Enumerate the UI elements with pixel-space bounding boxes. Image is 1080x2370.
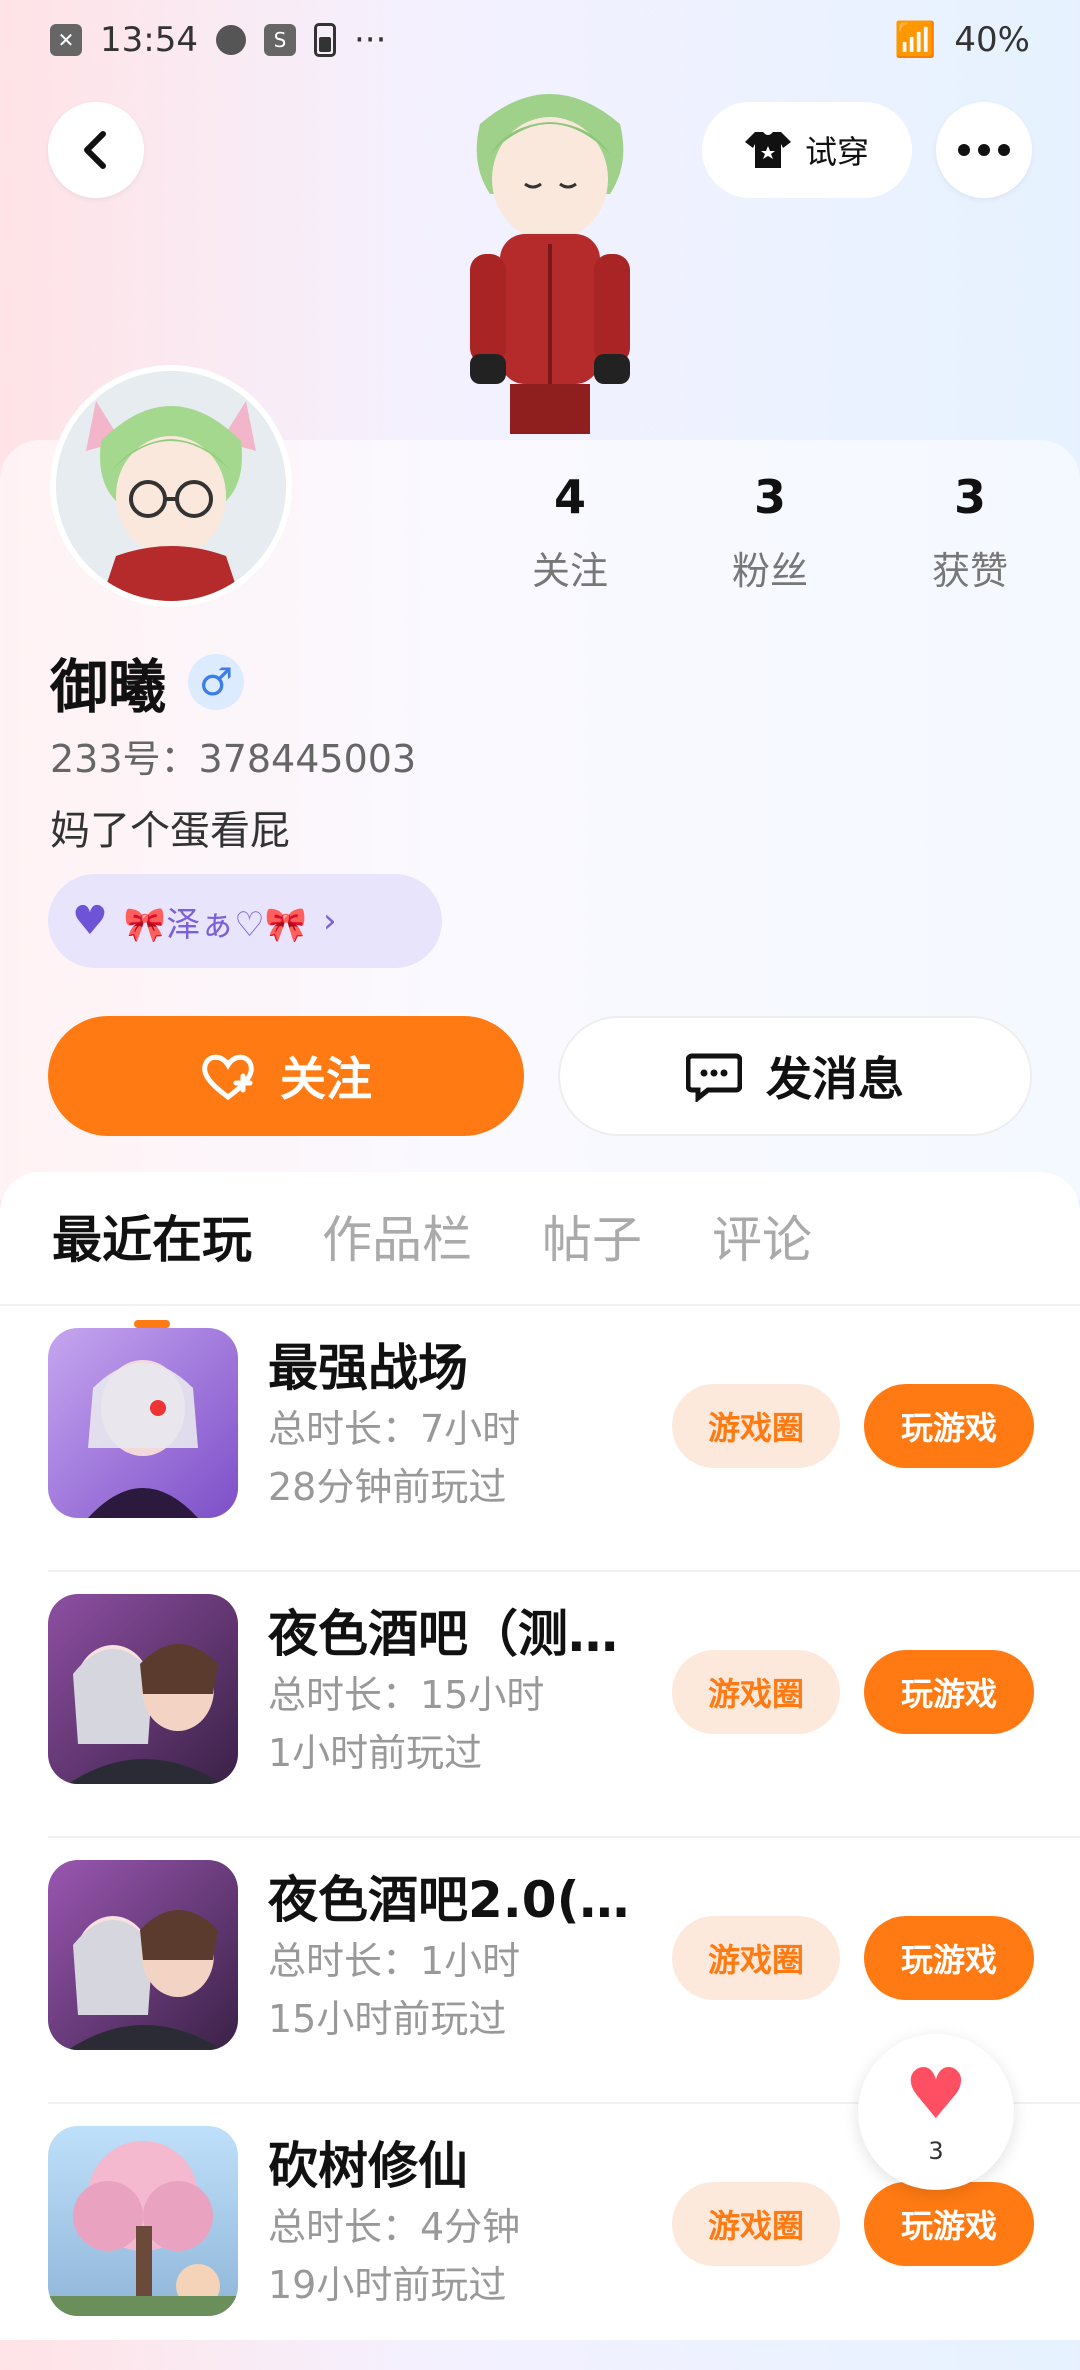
game-title: 砍树修仙 <box>268 2137 468 2195</box>
game-item[interactable]: 最强战场 总时长：7小时 28分钟前玩过 游戏圈 玩游戏 <box>48 1306 1080 1572</box>
stat-label: 关注 <box>531 549 608 593</box>
heart-icon: ♥ <box>72 898 108 944</box>
wifi-icon: 📶 <box>894 20 937 60</box>
game-duration: 总时长：4分钟 <box>268 2205 521 2249</box>
more-notifications-icon: ··· <box>353 20 387 60</box>
try-on-button[interactable]: 试穿 <box>702 102 912 198</box>
profile-stats: 4 关注 3 粉丝 3 获赞 <box>480 470 1060 595</box>
tab-posts[interactable]: 帖子 <box>542 1200 642 1272</box>
game-title: 夜色酒吧2.0(… <box>268 1871 630 1929</box>
game-circle-button[interactable]: 游戏圈 <box>672 2182 840 2266</box>
game-item[interactable]: 夜色酒吧（测… 总时长：15小时 1小时前玩过 游戏圈 玩游戏 <box>48 1572 1080 1838</box>
avatar[interactable] <box>50 365 292 607</box>
play-game-button[interactable]: 玩游戏 <box>864 1916 1034 2000</box>
tab-bar: 最近在玩 作品栏 帖子 评论 <box>52 1200 812 1272</box>
send-message-label: 发消息 <box>766 1052 904 1106</box>
follow-heart-plus-icon <box>202 1054 254 1101</box>
more-button[interactable] <box>936 102 1032 198</box>
profile-uid: 233号：378445003 <box>50 737 417 781</box>
heart-icon: ♥ <box>904 2053 968 2135</box>
stat-label: 获赞 <box>931 549 1008 593</box>
follow-button[interactable]: 关注 <box>48 1016 524 1136</box>
back-arrow-icon <box>84 131 106 169</box>
status-time: 13:54 <box>100 20 198 60</box>
notification-icon: ✕ <box>50 24 82 56</box>
game-circle-button[interactable]: 游戏圈 <box>672 1650 840 1734</box>
shirt-icon <box>744 132 791 168</box>
game-circle-button[interactable]: 游戏圈 <box>672 1916 840 2000</box>
stat-fans[interactable]: 3 粉丝 <box>680 470 860 595</box>
tab-comments[interactable]: 评论 <box>712 1200 812 1272</box>
status-right: 📶 40% <box>894 20 1030 60</box>
game-last-played: 15小时前玩过 <box>268 1997 507 2041</box>
screenshot-icon: S <box>263 24 296 56</box>
chevron-right-icon: › <box>323 901 337 941</box>
game-thumbnail <box>48 2126 238 2316</box>
game-title: 最强战场 <box>268 1339 468 1397</box>
game-duration: 总时长：7小时 <box>268 1407 521 1451</box>
game-thumbnail <box>48 1860 238 2050</box>
game-last-played: 28分钟前玩过 <box>268 1465 507 1509</box>
cp-relation-badge[interactable]: ♥ 🎀泽ぁ♡🎀 › <box>48 874 442 968</box>
status-left: ✕ 13:54 S ··· <box>50 20 386 60</box>
tab-works[interactable]: 作品栏 <box>322 1200 472 1272</box>
battery-percent: 40% <box>954 20 1030 60</box>
cp-label: 🎀泽ぁ♡🎀 <box>123 904 308 945</box>
profile-name-row: 御曦 ♂ <box>50 640 245 724</box>
profile-name: 御曦 <box>50 653 167 721</box>
game-thumbnail <box>48 1594 238 1784</box>
audio-icon <box>215 25 246 55</box>
chat-bubble-icon <box>686 1053 742 1102</box>
game-thumbnail <box>48 1328 238 1518</box>
stat-label: 粉丝 <box>731 549 808 593</box>
game-duration: 总时长：1小时 <box>268 1939 521 1983</box>
profile-bio: 妈了个蛋看屁 <box>50 808 290 854</box>
stat-following[interactable]: 4 关注 <box>480 470 660 595</box>
play-game-button[interactable]: 玩游戏 <box>864 1384 1034 1468</box>
like-count: 3 <box>928 2137 944 2165</box>
play-game-button[interactable]: 玩游戏 <box>864 1650 1034 1734</box>
game-circle-button[interactable]: 游戏圈 <box>672 1384 840 1468</box>
follow-label: 关注 <box>280 1052 372 1106</box>
more-dots-icon <box>958 144 1010 156</box>
floating-like-button[interactable]: ♥ 3 <box>858 2034 1014 2190</box>
stat-number: 3 <box>753 470 786 524</box>
back-button[interactable] <box>48 102 144 198</box>
game-last-played: 19小时前玩过 <box>268 2263 507 2307</box>
stat-number: 4 <box>553 470 586 524</box>
tab-recent-played[interactable]: 最近在玩 <box>52 1200 252 1272</box>
game-duration: 总时长：15小时 <box>268 1673 545 1717</box>
battery-small-icon <box>313 23 336 57</box>
play-game-button[interactable]: 玩游戏 <box>864 2182 1034 2266</box>
character-figure <box>470 94 630 434</box>
send-message-button[interactable]: 发消息 <box>558 1016 1032 1136</box>
avatar-image <box>56 371 286 601</box>
status-bar: ✕ 13:54 S ··· 📶 40% <box>0 0 1080 80</box>
male-gender-icon: ♂ <box>188 654 245 710</box>
game-title: 夜色酒吧（测… <box>268 1605 618 1663</box>
game-last-played: 1小时前玩过 <box>268 1731 483 1775</box>
stat-likes[interactable]: 3 获赞 <box>880 470 1060 595</box>
try-on-label: 试穿 <box>804 133 869 171</box>
stat-number: 3 <box>953 470 986 524</box>
